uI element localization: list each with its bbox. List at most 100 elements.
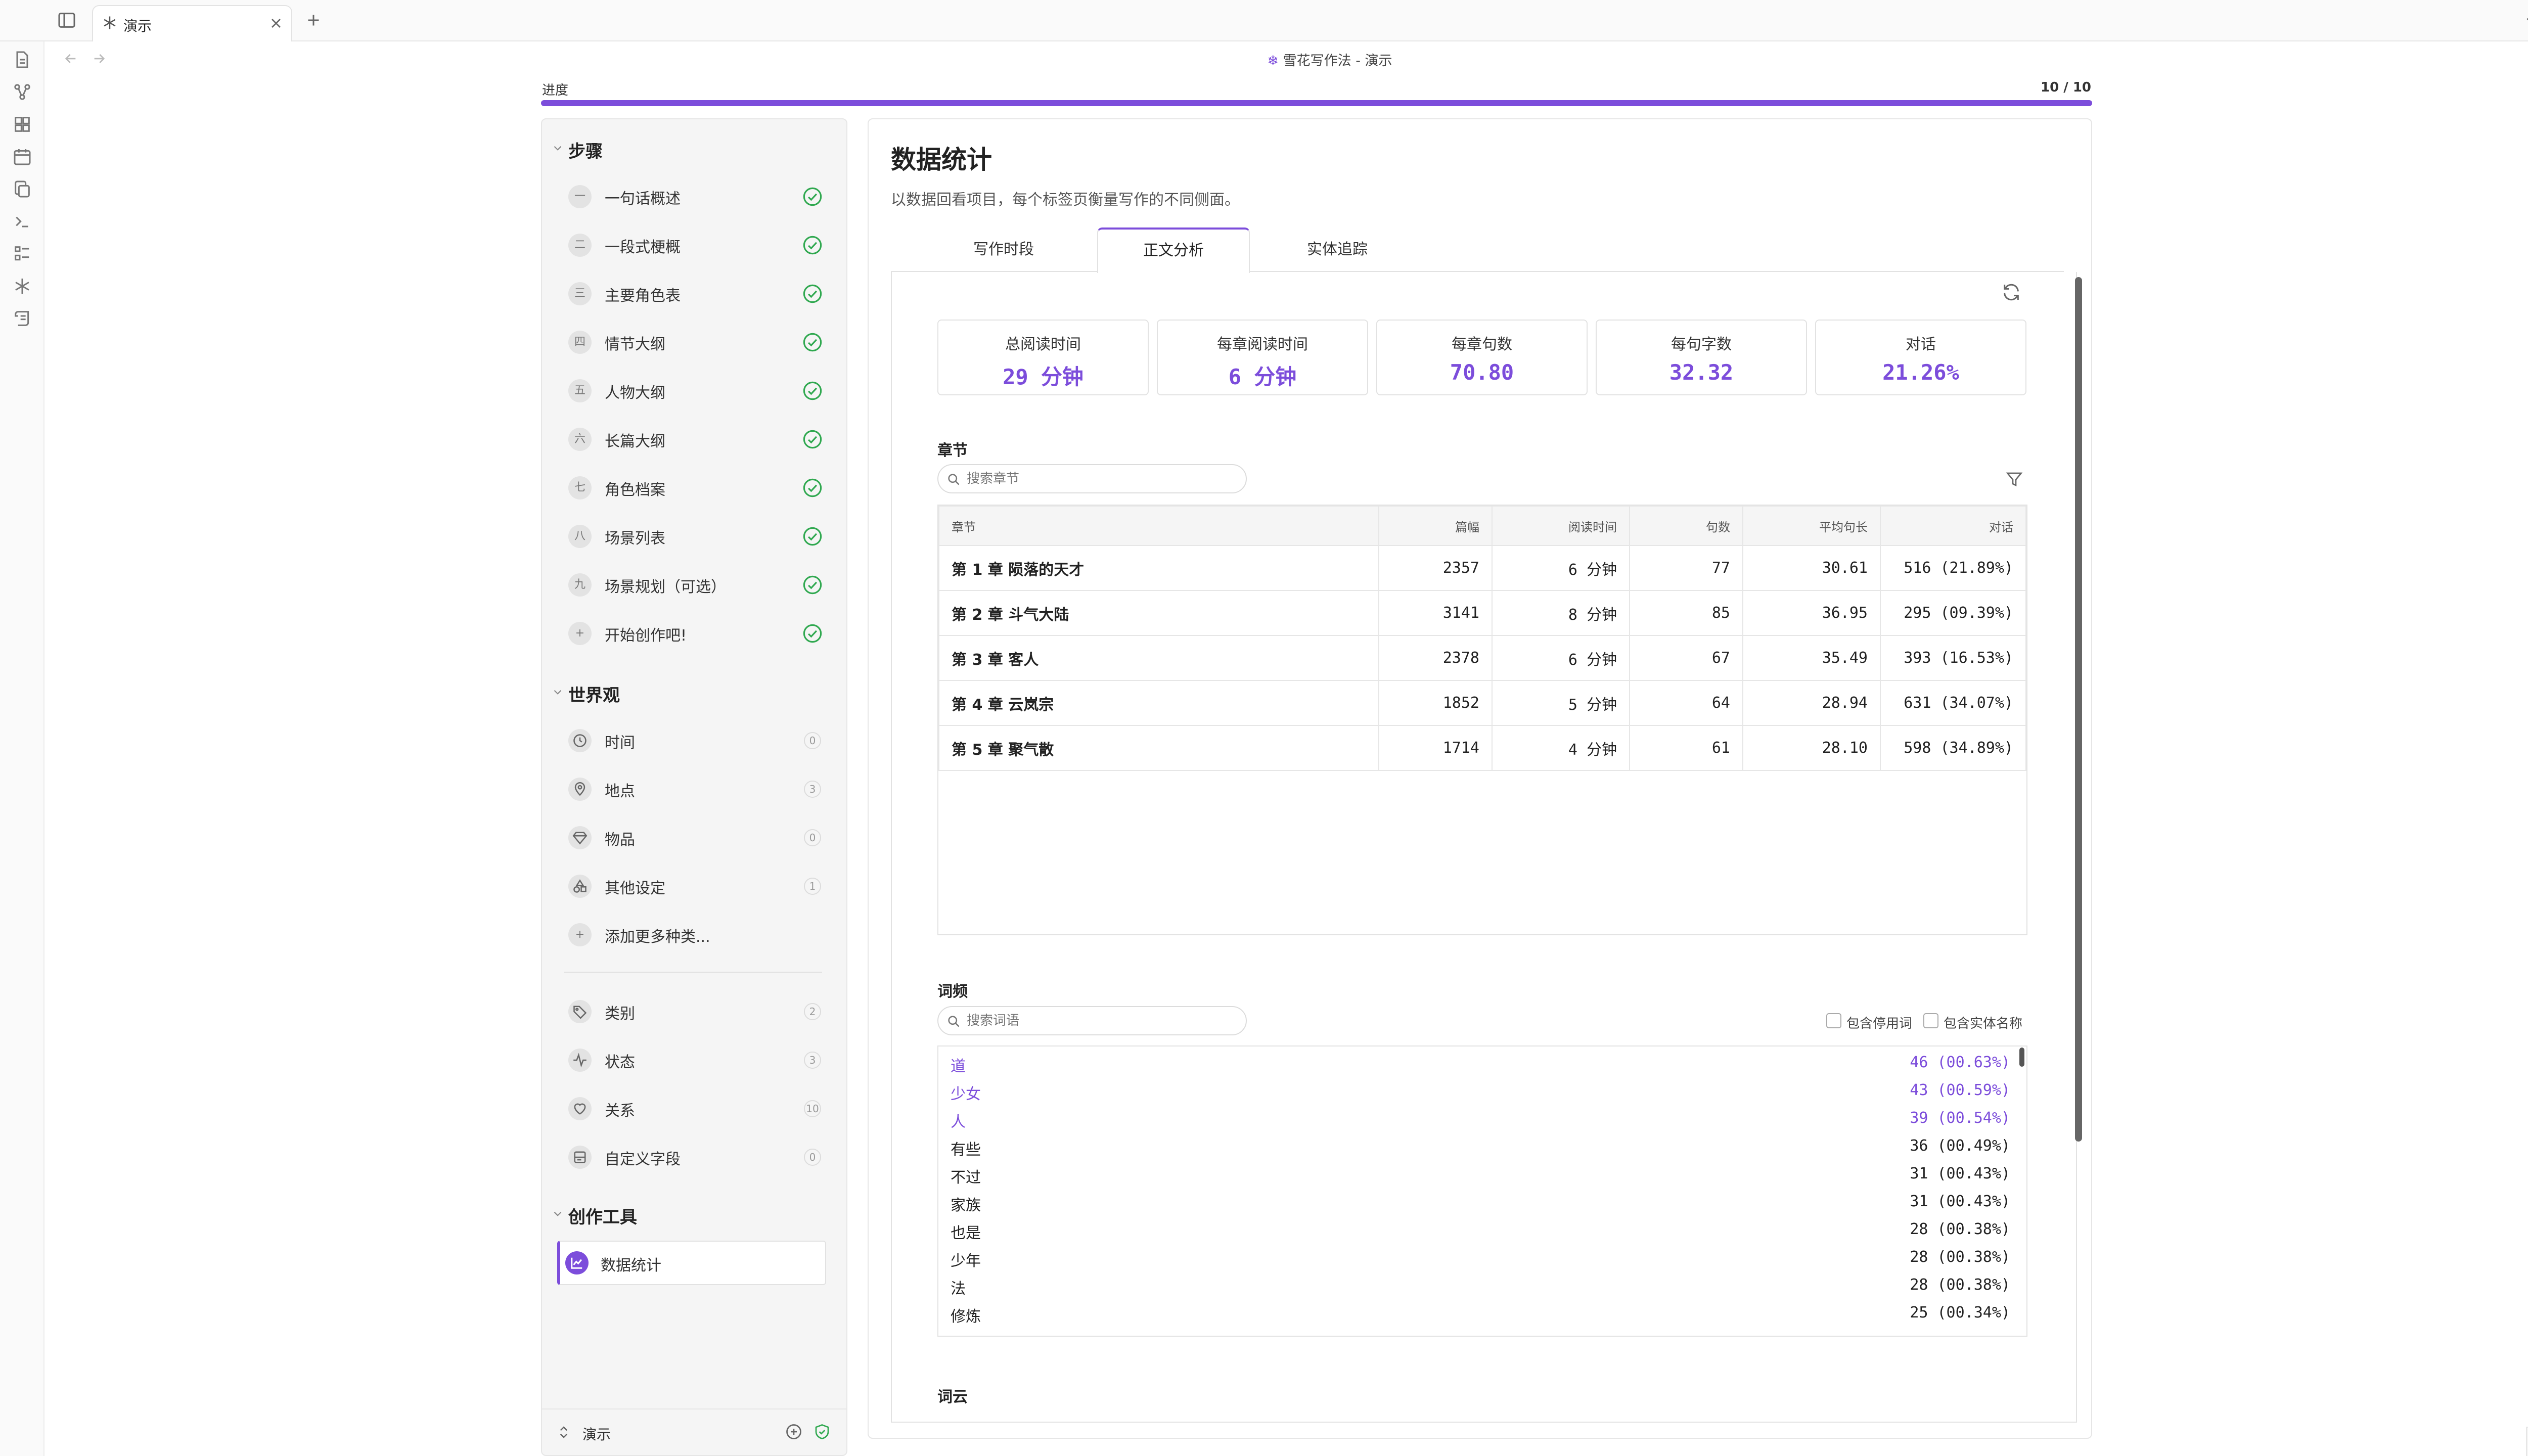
graph-icon[interactable] <box>12 82 32 102</box>
project-name[interactable]: 演示 <box>582 1424 611 1444</box>
table-row[interactable]: 第 5 章 聚气散 1714 4 分钟 61 28.10 598 (34.89%) <box>938 725 2026 771</box>
step-item[interactable]: + 开始创作吧! <box>564 613 833 653</box>
meta-item-label: 状态 <box>605 1054 635 1071</box>
column-header[interactable]: 阅读时间 <box>1492 506 1630 546</box>
column-header[interactable]: 句数 <box>1629 506 1743 546</box>
column-header[interactable]: 章节 <box>938 506 1379 546</box>
world-item-label: 物品 <box>605 831 635 849</box>
word-search-box[interactable] <box>937 1006 1247 1035</box>
scroll-icon[interactable] <box>12 308 32 329</box>
tab-text-analysis[interactable]: 正文分析 <box>1097 228 1250 273</box>
forward-arrow-icon[interactable] <box>91 51 107 67</box>
snowflake-icon[interactable] <box>12 276 32 296</box>
copy-icon[interactable] <box>12 179 32 199</box>
stat-words-per-sentence: 每句字数 32.32 <box>1596 320 1807 395</box>
shield-check-icon[interactable] <box>813 1423 831 1441</box>
list-icon[interactable] <box>12 244 32 264</box>
chevrons-up-down-icon[interactable] <box>556 1425 571 1440</box>
step-label: 一句话概述 <box>605 190 681 208</box>
step-item[interactable]: 七角色档案 <box>564 467 833 508</box>
table-cell: 85 <box>1629 590 1743 636</box>
progress-track <box>541 100 2092 106</box>
column-header[interactable]: 篇幅 <box>1378 506 1493 546</box>
table-cell: 4 分钟 <box>1492 725 1630 771</box>
chapter-search-input[interactable] <box>967 470 1235 487</box>
column-header[interactable]: 对话 <box>1880 506 2026 546</box>
table-row[interactable]: 第 4 章 云岚宗 1852 5 分钟 64 28.94 631 (34.07%) <box>938 680 2026 726</box>
table-cell: 77 <box>1629 545 1743 591</box>
include-stopwords-checkbox[interactable] <box>1826 1013 1841 1028</box>
step-item[interactable]: 一一句话概述 <box>564 176 833 216</box>
count-badge: 0 <box>804 732 821 749</box>
tool-item-statistics[interactable]: 数据统计 <box>557 1241 826 1285</box>
include-stopwords-label[interactable]: 包含停用词 <box>1846 1013 1912 1032</box>
column-header[interactable]: 平均句长 <box>1742 506 1881 546</box>
tab-writing-sessions[interactable]: 写作时段 <box>926 228 1081 272</box>
step-item[interactable]: 二一段式梗概 <box>564 224 833 265</box>
world-item-time[interactable]: 时间 0 <box>564 720 833 760</box>
scrollbar-thumb[interactable] <box>2019 1048 2024 1067</box>
table-row[interactable]: 第 2 章 斗气大陆 3141 8 分钟 85 36.95 295 (09.39%) <box>938 590 2026 636</box>
stat-total-reading-time: 总阅读时间 29 分钟 <box>937 320 1149 395</box>
add-category-button[interactable]: + 添加更多种类... <box>564 914 833 954</box>
count-badge: 0 <box>804 829 821 846</box>
close-icon[interactable] <box>268 15 284 31</box>
calendar-icon[interactable] <box>12 147 32 167</box>
terminal-icon[interactable] <box>12 211 32 232</box>
step-item[interactable]: 九场景规划（可选） <box>564 564 833 605</box>
chevron-down-icon[interactable] <box>2523 12 2528 29</box>
grid-icon[interactable] <box>12 114 32 134</box>
chevron-down-icon[interactable] <box>551 686 564 699</box>
tab-list: 写作时段 正文分析 实体追踪 <box>891 228 2064 273</box>
back-arrow-icon[interactable] <box>63 51 79 67</box>
table-cell: 393 (16.53%) <box>1880 635 2026 681</box>
table-cell: 6 分钟 <box>1492 635 1630 681</box>
word-freq-section-title: 词频 <box>937 983 968 1000</box>
chevron-down-icon[interactable] <box>551 1207 564 1220</box>
filter-icon[interactable] <box>2005 470 2023 488</box>
plus-circle-icon[interactable] <box>785 1423 803 1441</box>
step-item[interactable]: 八场景列表 <box>564 516 833 556</box>
world-item-other[interactable]: 其他设定 1 <box>564 866 833 906</box>
refresh-icon[interactable] <box>2001 282 2021 302</box>
step-item[interactable]: 六长篇大纲 <box>564 419 833 459</box>
new-tab-icon[interactable] <box>304 11 323 29</box>
world-section-title[interactable]: 世界观 <box>568 681 620 706</box>
meta-item-custom-fields[interactable]: 自定义字段 0 <box>564 1136 833 1177</box>
panel-scrollbar[interactable] <box>2075 277 2082 1142</box>
tools-section-title[interactable]: 创作工具 <box>568 1203 637 1228</box>
chevron-down-icon[interactable] <box>551 142 564 155</box>
tab-demo[interactable]: 演示 <box>92 5 292 41</box>
chapters-section-title: 章节 <box>937 442 968 460</box>
world-item-location[interactable]: 地点 3 <box>564 768 833 809</box>
stat-chapter-reading-time: 每章阅读时间 6 分钟 <box>1157 320 1368 395</box>
chapter-search-box[interactable] <box>937 464 1247 493</box>
table-header-row: 章节 篇幅 阅读时间 句数 平均句长 对话 <box>938 506 2026 546</box>
meta-item-relation[interactable]: 关系 10 <box>564 1088 833 1128</box>
table-cell: 35.49 <box>1742 635 1881 681</box>
check-circle-icon <box>802 380 823 401</box>
clock-icon <box>568 729 592 752</box>
tab-entity-tracking[interactable]: 实体追踪 <box>1260 228 1415 272</box>
steps-section-title[interactable]: 步骤 <box>568 138 603 162</box>
step-item[interactable]: 三主要角色表 <box>564 273 833 313</box>
include-entities-label[interactable]: 包含实体名称 <box>1944 1013 2022 1032</box>
world-item-item[interactable]: 物品 0 <box>564 817 833 857</box>
step-item[interactable]: 四情节大纲 <box>564 322 833 362</box>
meta-item-category[interactable]: 类别 2 <box>564 991 833 1031</box>
sidebar-toggle-icon[interactable] <box>57 10 77 30</box>
include-entities-checkbox[interactable] <box>1923 1013 1938 1028</box>
table-row[interactable]: 第 1 章 陨落的天才 2357 6 分钟 77 30.61 516 (21.89%) <box>938 545 2026 591</box>
step-item[interactable]: 五人物大纲 <box>564 370 833 411</box>
count-badge: 1 <box>804 878 821 895</box>
step-label: 场景列表 <box>605 530 665 548</box>
meta-item-status[interactable]: 状态 3 <box>564 1039 833 1080</box>
word-search-input[interactable] <box>967 1012 1235 1029</box>
tab-label: 实体追踪 <box>1307 241 1368 258</box>
word-count: 46 (00.63%) <box>1910 1054 2010 1071</box>
file-icon[interactable] <box>12 50 32 70</box>
word-text: 修炼 <box>951 1308 981 1326</box>
tab-label: 写作时段 <box>973 241 1034 258</box>
table-row[interactable]: 第 3 章 客人 2378 6 分钟 67 35.49 393 (16.53%) <box>938 635 2026 681</box>
table-cell: 2357 <box>1378 545 1493 591</box>
